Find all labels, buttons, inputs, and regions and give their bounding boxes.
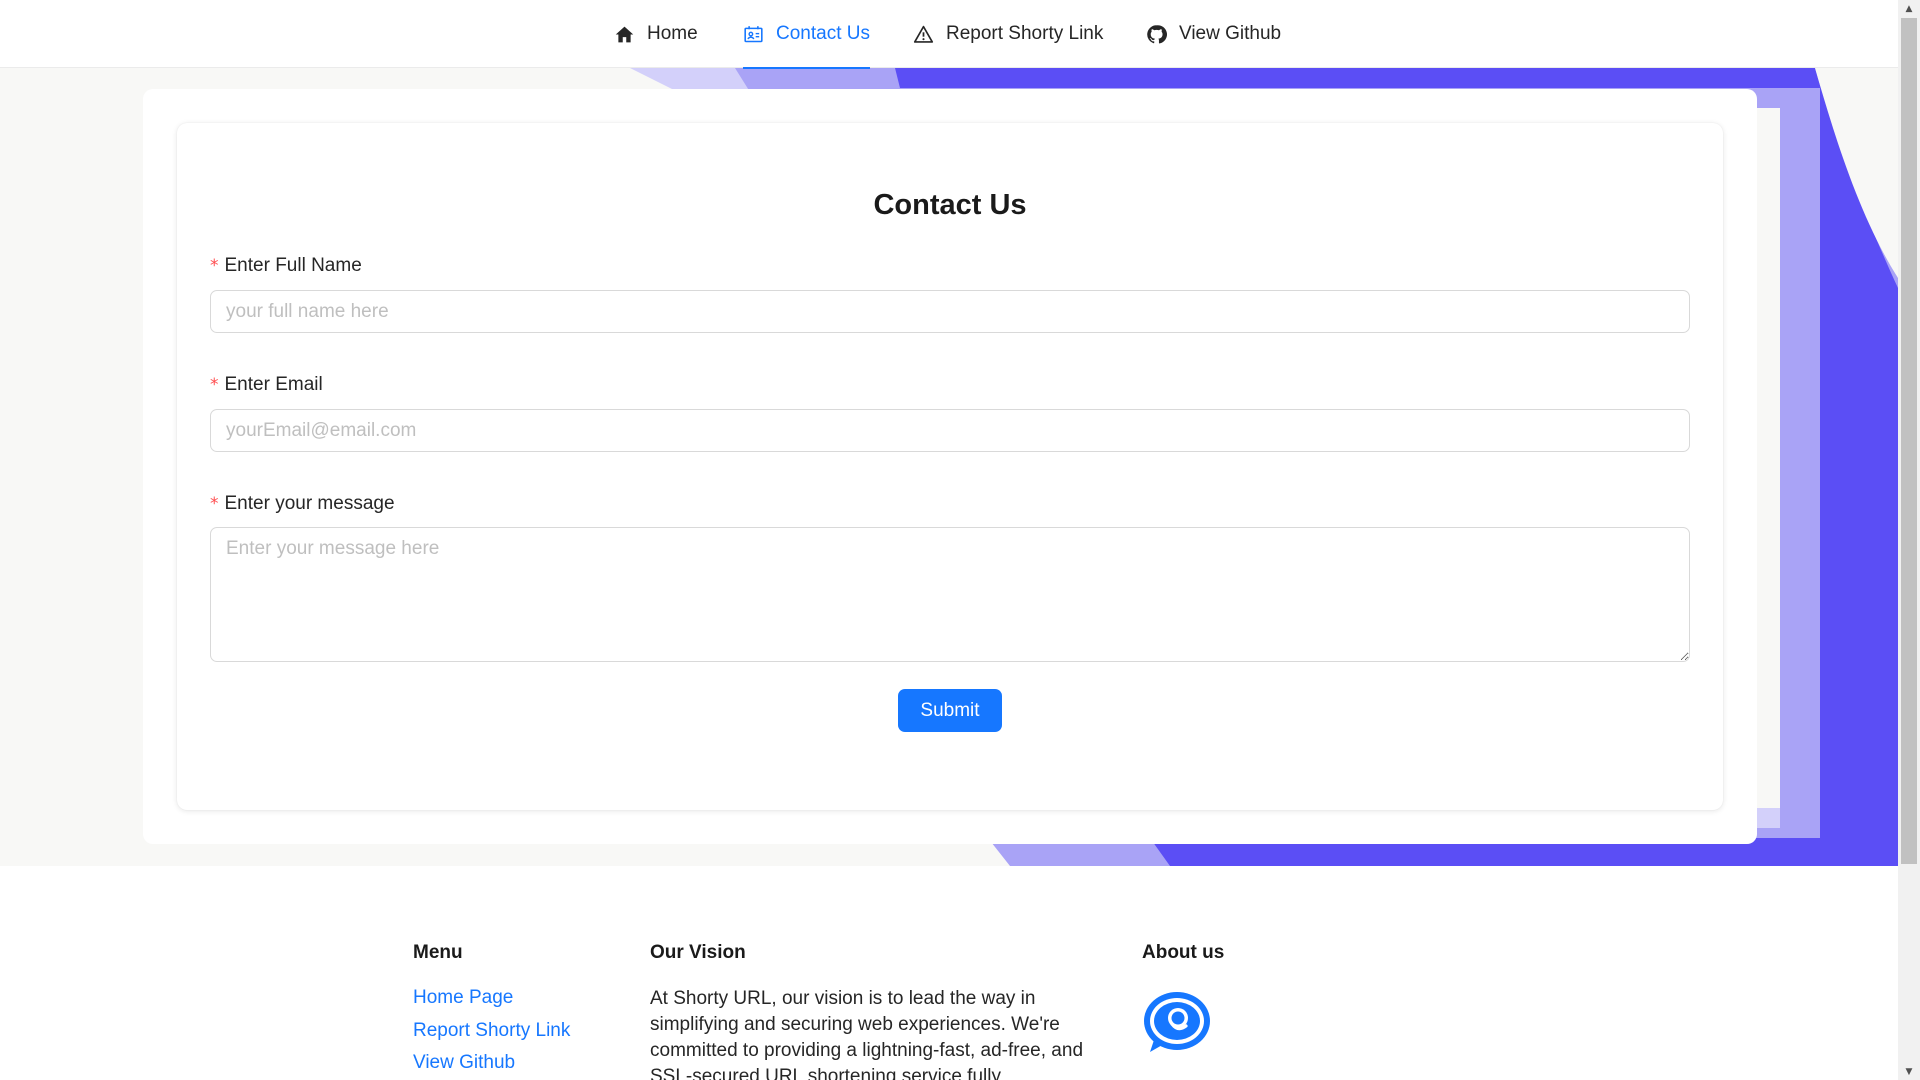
warning-icon [913,24,934,45]
message-label-text: Enter your message [224,493,395,514]
email-label-text: Enter Email [224,374,323,395]
nav-item-label: Home [647,23,698,44]
vision-text: At Shorty URL, our vision is to lead the… [650,988,1084,1080]
top-navigation: Home Contact Us Report Shorty Link View … [0,0,1898,69]
nav-item-home[interactable]: Home [614,0,698,68]
message-label: * Enter your message [210,493,395,515]
nav-item-label: Report Shorty Link [946,23,1104,44]
nav-item-report-shorty-link[interactable]: Report Shorty Link [913,0,1103,68]
footer-menu-title: Menu [413,942,463,963]
nav-item-label: View Github [1179,23,1282,44]
footer-vision-title: Our Vision [650,942,746,963]
scrollbar-thumb[interactable] [1901,18,1917,864]
email-input[interactable] [210,409,1690,452]
footer-about-title: About us [1142,942,1225,963]
full-name-input[interactable] [210,290,1690,333]
footer-link-report-shorty-link[interactable]: Report Shorty Link [413,1020,570,1042]
contact-outer-card: Contact Us *Enter Full Name *Enter Email… [143,89,1757,844]
footer-link-home-page[interactable]: Home Page [413,987,513,1009]
full-name-label-text: Enter Full Name [224,255,362,276]
scroll-up-arrow-icon[interactable]: ▲ [1898,0,1920,17]
footer: Menu Home Page Report Shorty Link View G… [0,866,1898,1080]
submit-button[interactable]: Submit [898,689,1002,732]
chat-bubble-logo-icon [1142,988,1212,1058]
required-mark: * [210,256,219,276]
github-icon [1146,24,1167,45]
required-mark: * [210,375,219,395]
page-title: Contact Us [873,189,1027,221]
nav-item-label: Contact Us [776,23,870,44]
scroll-down-arrow-icon[interactable]: ▼ [1898,1063,1920,1080]
nav-item-view-github[interactable]: View Github [1146,0,1281,68]
footer-link-view-github[interactable]: View Github [413,1052,515,1074]
email-label: * Enter Email [210,374,323,396]
nav-item-contact-us[interactable]: Contact Us [743,0,870,69]
full-name-label: * Enter Full Name [210,255,362,277]
required-mark: * [210,494,219,514]
message-textarea[interactable] [210,527,1690,662]
page-scrollbar[interactable]: ▲ ▼ [1898,0,1920,1080]
contact-card-icon [743,24,764,45]
contact-form-card: Contact Us *Enter Full Name *Enter Email… [177,123,1723,810]
home-icon [614,24,635,45]
